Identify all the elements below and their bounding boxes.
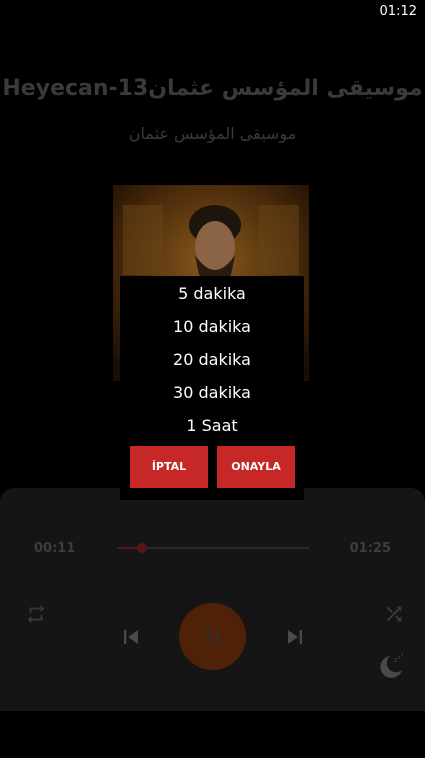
player-panel (0, 488, 425, 711)
sleep-timer-button[interactable]: z z z (376, 650, 406, 680)
sleep-option-10-min[interactable]: 10 dakika (120, 310, 304, 343)
next-button[interactable] (280, 622, 310, 652)
song-title: Heyecan-13موسيقى المؤسس عثمان (2, 76, 423, 101)
sleep-option-30-min[interactable]: 30 dakika (120, 376, 304, 409)
pause-button[interactable] (179, 603, 246, 670)
confirm-button[interactable]: ONAYLA (217, 446, 295, 488)
shuffle-button[interactable] (382, 602, 406, 626)
status-bar: 01:12 (0, 0, 425, 24)
seek-thumb[interactable] (136, 543, 147, 553)
shuffle-icon (386, 606, 402, 622)
svg-text:z: z (394, 657, 397, 664)
svg-text:z: z (401, 652, 403, 657)
song-artist: موسيقى المؤسس عثمان (128, 124, 297, 143)
repeat-icon (27, 604, 45, 624)
sleep-option-20-min[interactable]: 20 dakika (120, 343, 304, 376)
pause-icon (206, 628, 219, 645)
sleep-option-5-min[interactable]: 5 dakika (120, 277, 304, 310)
repeat-button[interactable] (24, 602, 48, 626)
sleep-timer-dialog: 5 dakika 10 dakika 20 dakika 30 dakika 1… (120, 276, 304, 500)
sleep-option-1-hour[interactable]: 1 Saat (120, 409, 304, 442)
seek-bar[interactable] (117, 543, 309, 553)
cancel-button[interactable]: İPTAL (130, 446, 208, 488)
elapsed-time: 00:11 (34, 541, 76, 556)
total-time: 01:25 (349, 541, 391, 556)
next-icon (288, 630, 302, 644)
previous-button[interactable] (116, 622, 146, 652)
sleep-timer-icon: z z z (380, 652, 403, 678)
status-time: 01:12 (379, 4, 417, 19)
previous-icon (124, 630, 138, 644)
